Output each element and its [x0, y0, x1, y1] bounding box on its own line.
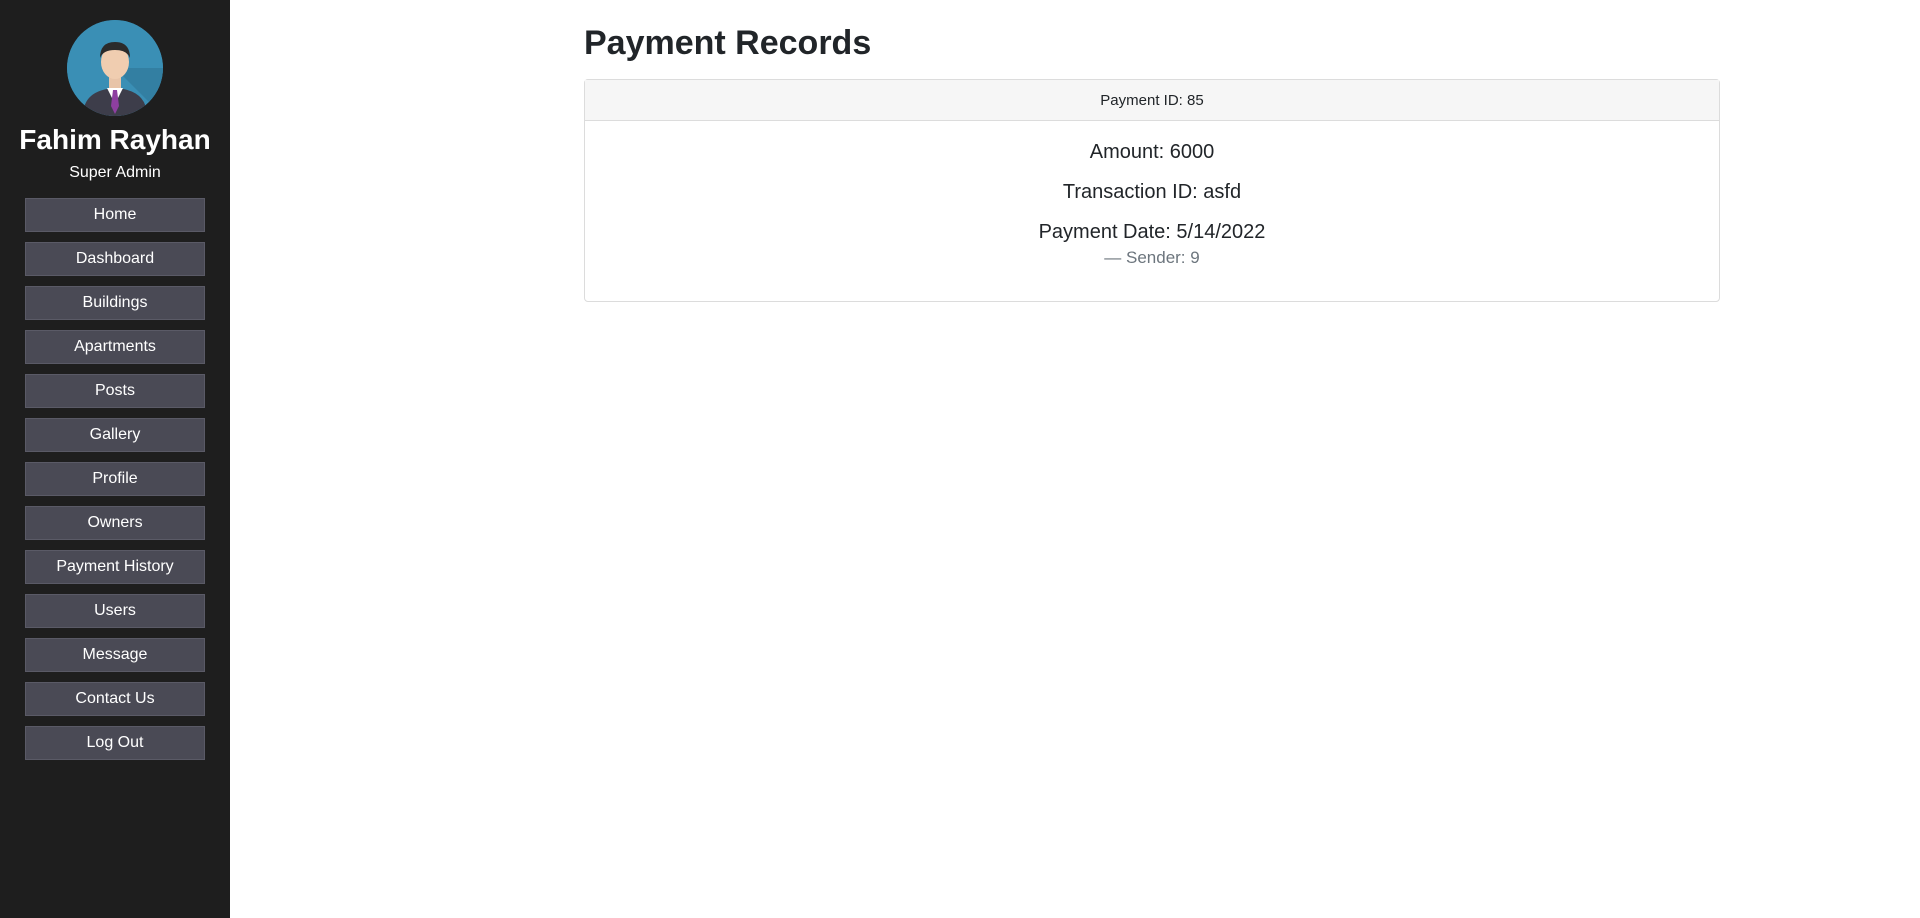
- page-title: Payment Records: [584, 24, 872, 62]
- user-avatar-icon: [67, 20, 163, 116]
- nav-message-button[interactable]: Message: [25, 638, 205, 672]
- nav-dashboard-button[interactable]: Dashboard: [25, 242, 205, 276]
- payment-date: Payment Date: 5/14/2022: [1038, 221, 1266, 243]
- nav-apartments-button[interactable]: Apartments: [25, 330, 205, 364]
- nav-posts-button[interactable]: Posts: [25, 374, 205, 408]
- payment-amount: Amount: 6000: [1089, 141, 1215, 163]
- nav-home-button[interactable]: Home: [25, 198, 205, 232]
- payment-record-card: Payment ID: 85 Amount: 6000 Transaction …: [584, 79, 1720, 302]
- avatar: [67, 20, 163, 116]
- profile-name: Fahim Rayhan: [19, 124, 211, 155]
- payment-record-body: Amount: 6000 Transaction ID: asfd Paymen…: [585, 121, 1719, 268]
- nav-gallery-button[interactable]: Gallery: [25, 418, 205, 452]
- nav-buildings-button[interactable]: Buildings: [25, 286, 205, 320]
- nav-users-button[interactable]: Users: [25, 594, 205, 628]
- sidebar: Fahim Rayhan Super Admin Home Dashboard …: [0, 0, 230, 918]
- payment-sender: — Sender: 9: [1104, 248, 1200, 267]
- nav-profile-button[interactable]: Profile: [25, 462, 205, 496]
- transaction-id: Transaction ID: asfd: [1062, 181, 1242, 203]
- sidebar-nav: Home Dashboard Buildings Apartments Post…: [25, 198, 205, 760]
- main-content: Payment Records Payment ID: 85 Amount: 6…: [230, 0, 1920, 918]
- payment-id-header: Payment ID: 85: [585, 80, 1719, 121]
- nav-owners-button[interactable]: Owners: [25, 506, 205, 540]
- profile-role: Super Admin: [69, 164, 161, 181]
- nav-payment-history-button[interactable]: Payment History: [25, 550, 205, 584]
- nav-log-out-button[interactable]: Log Out: [25, 726, 205, 760]
- nav-contact-us-button[interactable]: Contact Us: [25, 682, 205, 716]
